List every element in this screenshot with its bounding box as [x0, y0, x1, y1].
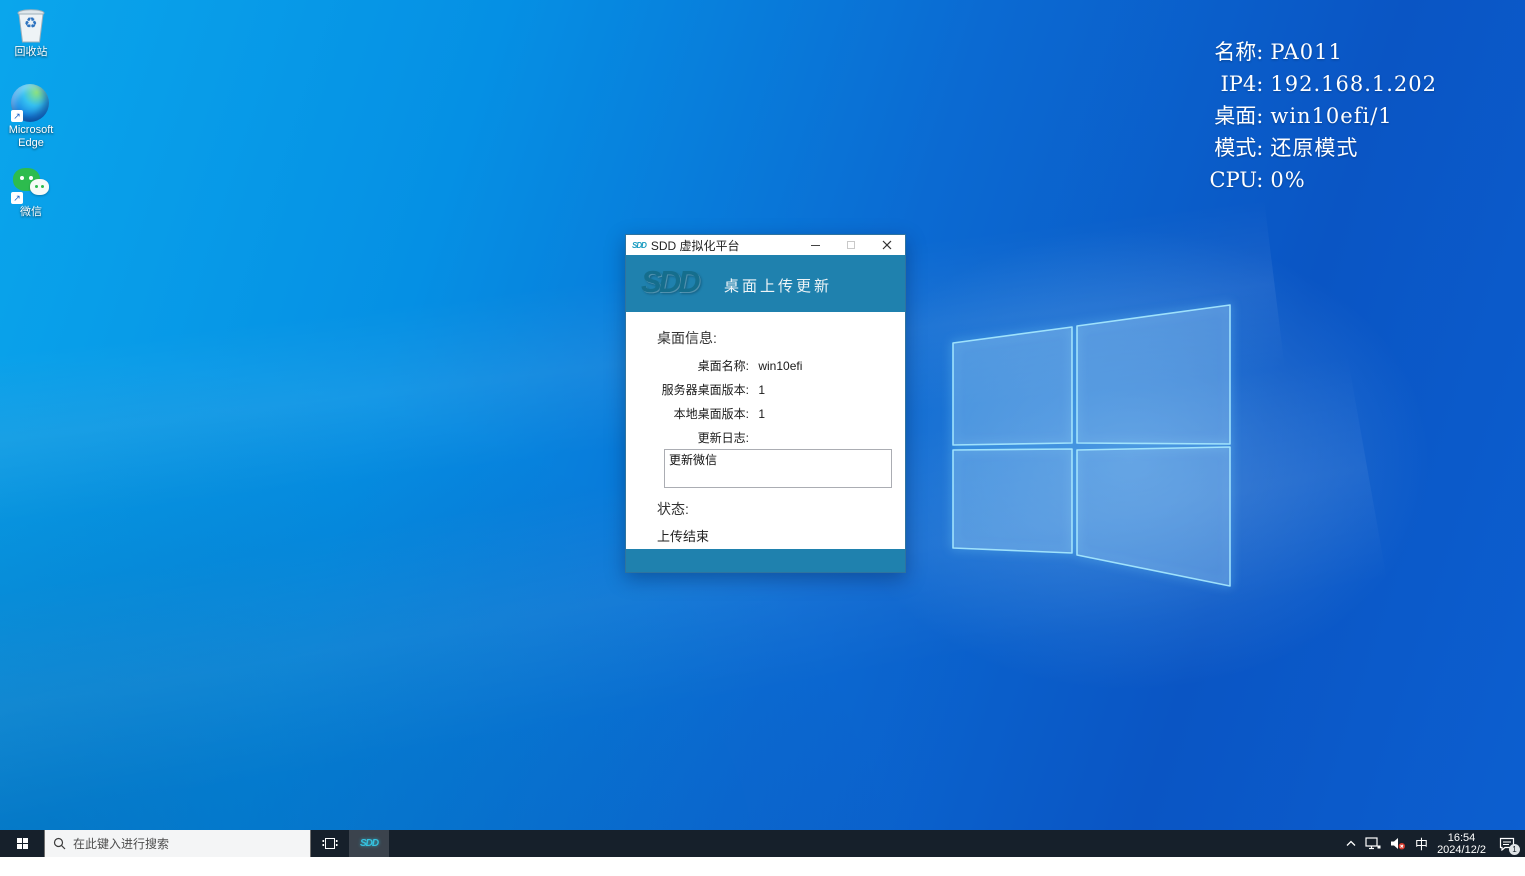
- tray-date: 2024/12/2: [1437, 844, 1486, 856]
- network-button[interactable]: [1365, 837, 1381, 850]
- overlay-label: 桌面:: [1210, 100, 1264, 132]
- shortcut-arrow-icon: ↗: [11, 192, 23, 204]
- hidden-icons-button[interactable]: [1346, 840, 1356, 847]
- desktop-icon-label: 微信: [2, 206, 60, 219]
- dialog-header: SDD 桌面上传更新: [626, 255, 905, 312]
- windows-start-icon: [17, 838, 28, 849]
- overlay-value: PA011: [1270, 36, 1437, 68]
- desktop-icon-label: 回收站: [2, 46, 60, 59]
- field-value: win10efi: [758, 359, 802, 373]
- status-heading: 状态:: [657, 499, 689, 519]
- taskbar-clock[interactable]: 16:54 2024/12/2: [1437, 832, 1486, 856]
- start-button[interactable]: [0, 830, 44, 857]
- dialog-titlebar[interactable]: SDD SDD 虚拟化平台: [626, 235, 905, 255]
- close-icon: [882, 240, 892, 250]
- network-icon: [1365, 837, 1381, 850]
- field-label: 桌面名称:: [626, 357, 749, 374]
- search-input[interactable]: [73, 837, 273, 851]
- minimize-button[interactable]: [797, 235, 833, 255]
- overlay-label: 模式:: [1210, 132, 1264, 164]
- search-icon: [53, 837, 66, 850]
- dialog-footer: [626, 549, 905, 572]
- overlay-value: 还原模式: [1270, 132, 1437, 164]
- overlay-value: 192.168.1.202: [1270, 68, 1437, 100]
- speaker-muted-icon: [1390, 837, 1406, 850]
- task-view-button[interactable]: [311, 830, 349, 857]
- maximize-button[interactable]: [833, 235, 869, 255]
- sdd-taskbar-icon: SDD: [360, 838, 378, 849]
- field-row: 本地桌面版本: 1: [626, 405, 905, 421]
- field-row: 桌面名称: win10efi: [626, 357, 905, 373]
- dialog-header-title: 桌面上传更新: [724, 275, 832, 296]
- taskbar-search[interactable]: [44, 830, 311, 857]
- system-info-overlay: 名称: PA011 IP4: 192.168.1.202 桌面: win10ef…: [1210, 36, 1438, 196]
- ime-indicator[interactable]: 中: [1415, 834, 1428, 853]
- system-tray: 中 16:54 2024/12/2 1: [1346, 830, 1525, 857]
- field-value: 1: [758, 383, 765, 397]
- desktop-icon-recycle-bin[interactable]: ♻ 回收站: [2, 6, 60, 59]
- overlay-value: win10efi/1: [1270, 100, 1437, 132]
- chevron-up-icon: [1346, 840, 1356, 847]
- volume-button[interactable]: [1390, 837, 1406, 850]
- field-label: 更新日志:: [626, 429, 749, 446]
- overlay-value: 0%: [1270, 164, 1437, 196]
- field-row: 更新日志:: [626, 429, 905, 445]
- overlay-label: 名称:: [1210, 36, 1264, 68]
- desktop-info-heading: 桌面信息:: [657, 328, 717, 348]
- shortcut-arrow-icon: ↗: [11, 110, 23, 122]
- desktop-icon-wechat[interactable]: ↗ 微信: [2, 166, 60, 219]
- field-value: 1: [758, 407, 765, 421]
- maximize-icon: [847, 241, 855, 249]
- overlay-label: CPU:: [1210, 164, 1264, 196]
- recycle-symbol-icon: ♻: [24, 14, 37, 32]
- overlay-label: IP4:: [1210, 68, 1264, 100]
- sdd-upload-dialog: SDD SDD 虚拟化平台 SDD 桌面上传更新 桌面信息: 桌面名称: win…: [625, 234, 906, 573]
- taskbar-spacer: [389, 830, 1346, 857]
- sdd-logo: SDD: [641, 264, 697, 300]
- minimize-icon: [811, 245, 820, 246]
- taskbar: SDD 中 16:54: [0, 830, 1525, 857]
- task-view-icon: [322, 837, 338, 850]
- taskbar-app-sdd[interactable]: SDD: [349, 830, 389, 857]
- field-label: 服务器桌面版本:: [626, 381, 749, 398]
- tray-time: 16:54: [1437, 832, 1486, 844]
- recycle-bin-icon: ♻: [11, 6, 51, 44]
- edge-icon: ↗: [11, 84, 51, 122]
- action-center-button[interactable]: 1: [1499, 837, 1515, 851]
- update-log-textarea[interactable]: 更新微信: [664, 449, 892, 488]
- dialog-title: SDD 虚拟化平台: [651, 237, 740, 254]
- desktop-icon-label: Microsoft Edge: [2, 124, 60, 150]
- ime-label: 中: [1415, 834, 1428, 853]
- field-label: 本地桌面版本:: [626, 405, 749, 422]
- desktop-icon-edge[interactable]: ↗ Microsoft Edge: [2, 84, 60, 150]
- windows-logo: [930, 290, 1260, 600]
- wechat-icon: ↗: [11, 166, 51, 204]
- status-value: 上传结束: [657, 526, 709, 545]
- notification-badge: 1: [1509, 844, 1520, 855]
- close-button[interactable]: [869, 235, 905, 255]
- sdd-app-icon: SDD: [632, 241, 646, 250]
- field-row: 服务器桌面版本: 1: [626, 381, 905, 397]
